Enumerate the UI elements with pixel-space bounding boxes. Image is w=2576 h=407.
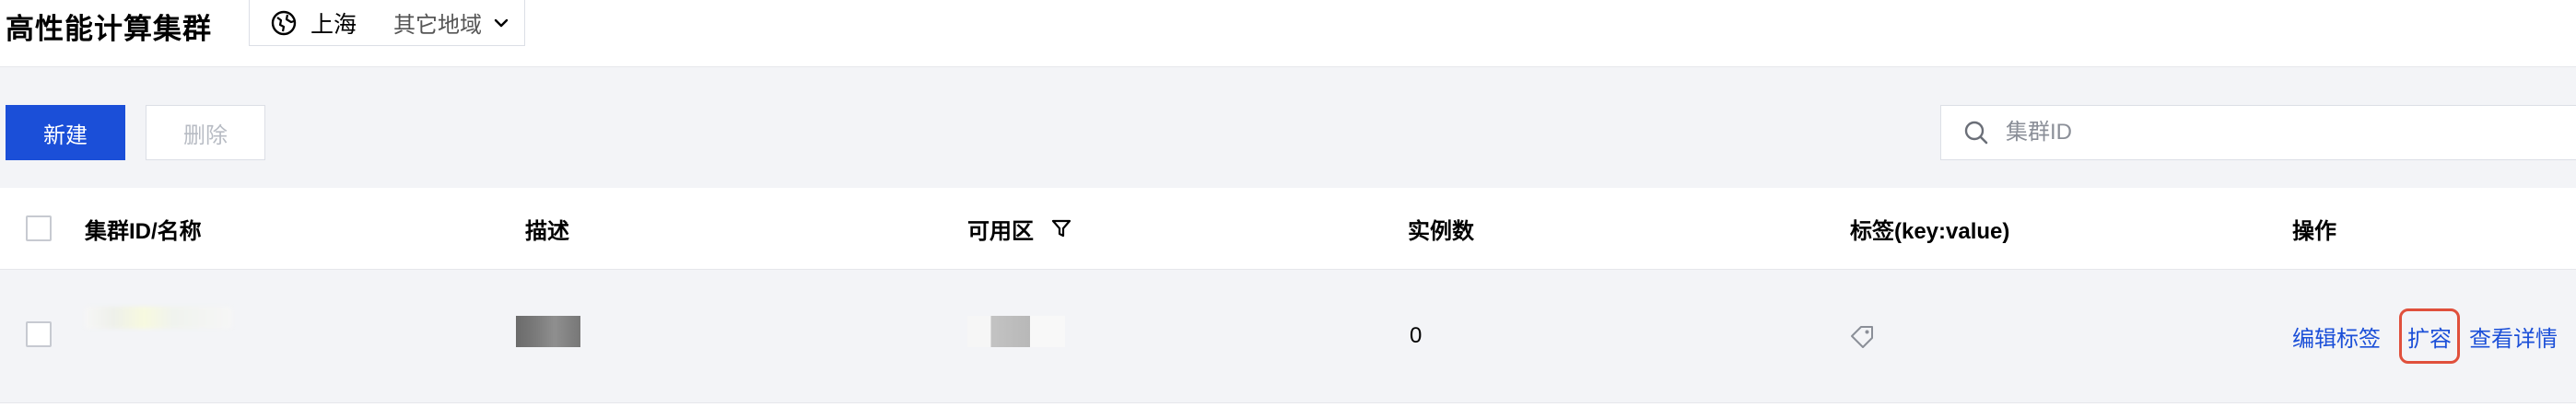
tag-icon [1848,321,1878,351]
page-title: 高性能计算集群 [6,13,212,45]
search-input[interactable] [2004,119,2523,146]
edit-tags-link[interactable]: 编辑标签 [2292,270,2381,402]
scale-out-link[interactable]: 扩容 [2399,308,2460,364]
search-icon[interactable] [1961,118,1991,147]
instance-count: 0 [1410,323,1423,348]
create-button[interactable]: 新建 [6,105,125,160]
column-header-zone-label: 可用区 [967,218,1034,244]
globe-icon [270,9,298,37]
column-header-tags: 标签(key:value) [1850,218,2010,244]
column-header-description: 描述 [525,218,569,244]
description-redacted [516,316,580,347]
view-details-link[interactable]: 查看详情 [2469,270,2558,402]
filter-icon[interactable] [1050,217,1072,239]
cluster-table: 集群ID/名称 描述 可用区 实例数 标签(key:value) 操作 0 编辑… [0,188,2576,407]
region-current-label: 上海 [310,11,357,38]
column-header-cluster-id: 集群ID/名称 [85,218,202,244]
column-header-instance-count: 实例数 [1408,218,1474,244]
top-header: 高性能计算集群 上海 其它地域 [0,0,2576,67]
zone-redacted [967,316,1065,347]
cluster-name-redacted[interactable] [85,307,232,329]
region-other-label[interactable]: 其它地域 [393,6,482,39]
table-header: 集群ID/名称 描述 可用区 实例数 标签(key:value) 操作 [0,188,2576,270]
delete-button[interactable]: 删除 [146,105,265,160]
row-checkbox[interactable] [26,321,52,347]
table-row: 0 编辑标签 扩容 查看详情 [0,270,2576,403]
column-header-zone: 可用区 [967,188,1072,269]
column-header-actions: 操作 [2292,218,2336,244]
search-box[interactable] [1940,105,2576,160]
region-selector[interactable]: 上海 其它地域 [249,0,525,46]
select-all-checkbox[interactable] [26,215,52,241]
chevron-down-icon[interactable] [493,15,509,31]
